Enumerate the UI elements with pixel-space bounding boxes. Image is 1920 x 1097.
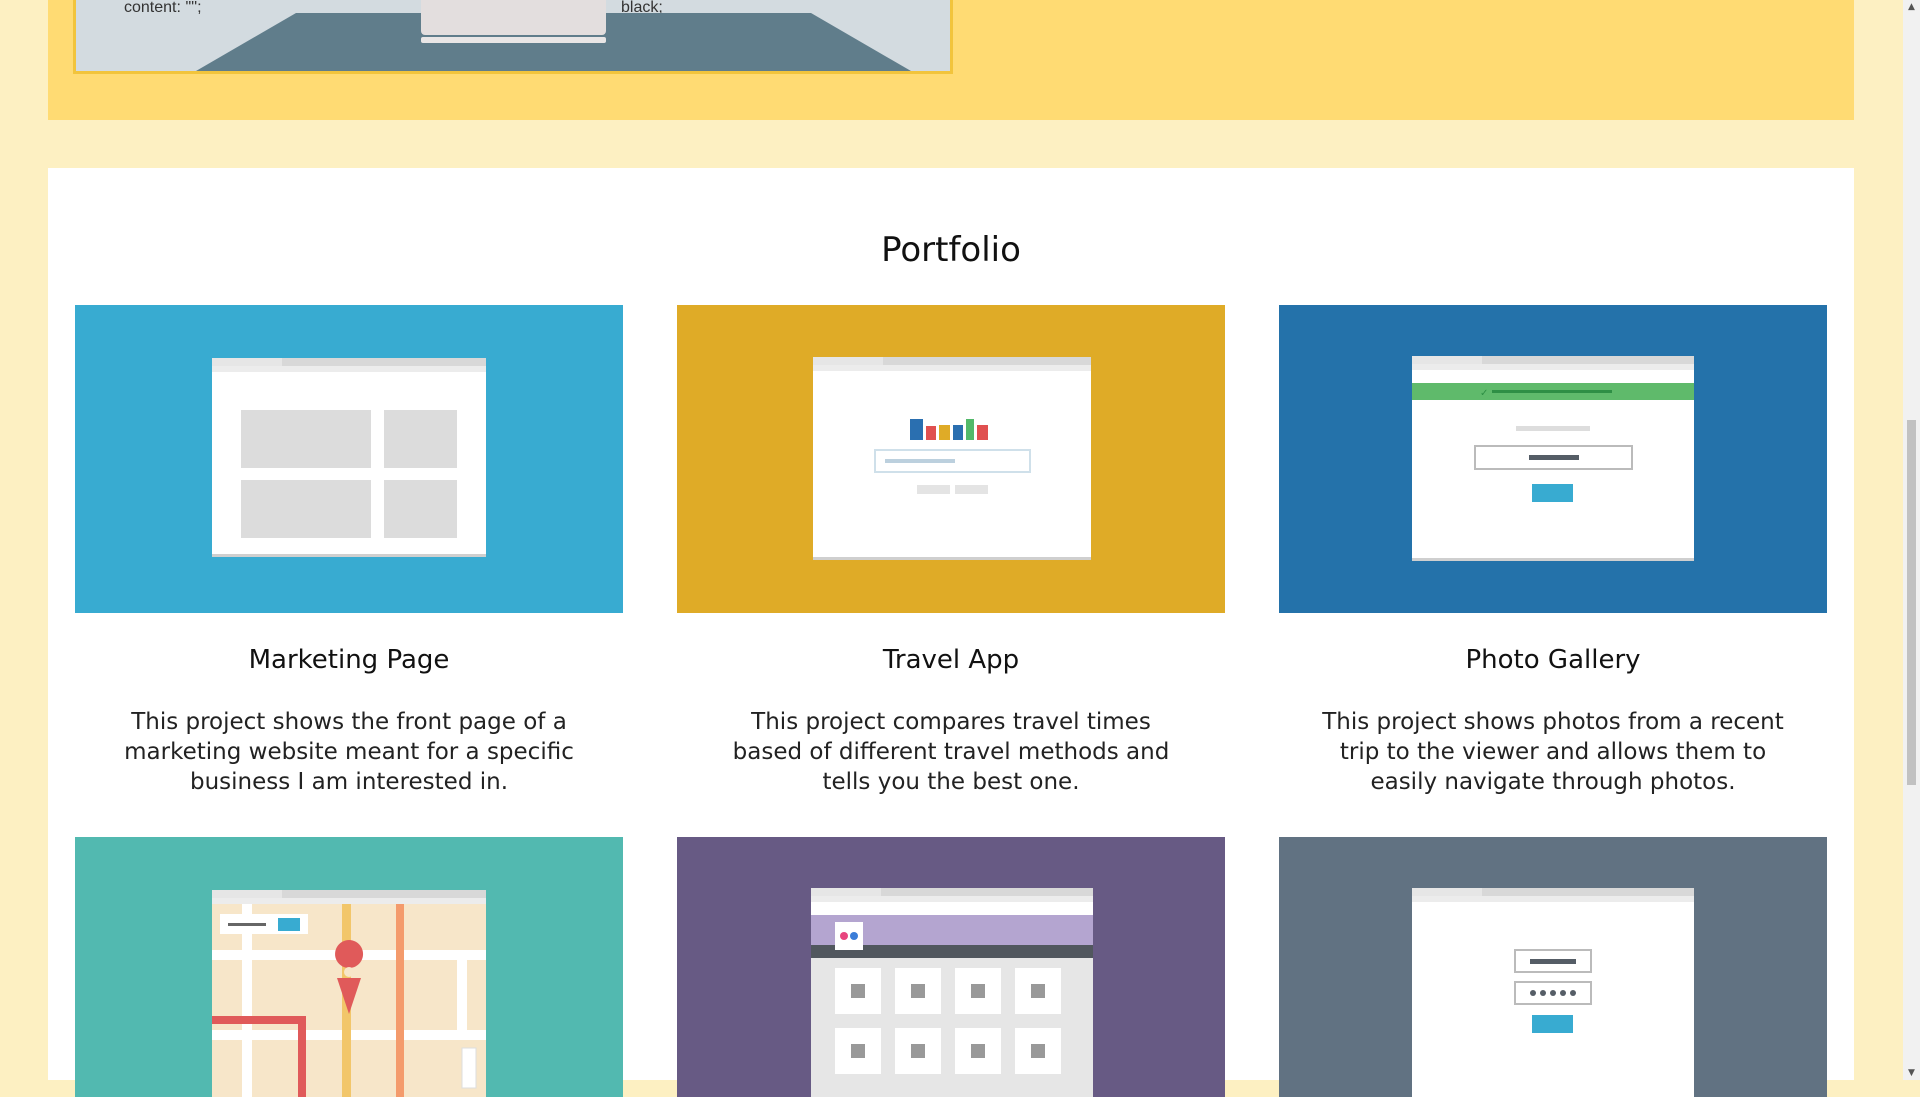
project-description: This project shows the front page of a m… [124, 709, 574, 795]
login-form-icon: ✓ [1412, 383, 1694, 502]
scroll-up-arrow-icon[interactable]: ▲ [1903, 0, 1920, 14]
browser-window-icon: ✓ [1412, 356, 1694, 558]
browser-window-icon [1412, 888, 1694, 1097]
login-thumbnail[interactable] [1279, 837, 1827, 1097]
scrollbar-thumb[interactable] [1907, 420, 1916, 785]
hero-image: content: '"'; black; [73, 0, 953, 74]
project-card-map[interactable] [75, 837, 623, 1097]
photo-grid-thumbnail[interactable] [677, 837, 1225, 1097]
browser-window-icon [212, 890, 486, 1097]
project-card-photo-gallery[interactable]: ✓ Photo Gallery This project shows photo… [1279, 305, 1827, 795]
project-card-travel-app[interactable]: Travel App This project compares travel … [677, 305, 1225, 795]
laptop-illustration [196, 0, 911, 71]
portfolio-title: Portfolio [881, 230, 1021, 270]
login-form-icon [1514, 949, 1592, 1033]
browser-window-icon [811, 888, 1093, 1097]
project-title: Marketing Page [248, 645, 450, 675]
map-thumbnail[interactable] [75, 837, 623, 1097]
svg-text:✓: ✓ [1480, 388, 1488, 399]
marketing-thumbnail[interactable] [75, 305, 623, 613]
browser-window-icon [813, 357, 1091, 557]
browser-window-icon [212, 358, 486, 554]
portfolio-section: Portfolio Marketing Page This project sh… [48, 168, 1854, 1097]
gallery-grid-icon [811, 915, 1093, 1097]
project-description: This project compares travel times based… [732, 709, 1170, 795]
hero-section: content: '"'; black; [48, 0, 1854, 120]
bar-chart-icon [874, 419, 1031, 494]
project-card-marketing-page[interactable]: Marketing Page This project shows the fr… [75, 305, 623, 795]
project-title: Photo Gallery [1465, 645, 1641, 675]
project-card-login[interactable] [1279, 837, 1827, 1097]
photo-gallery-thumbnail[interactable]: ✓ [1279, 305, 1827, 613]
scroll-down-arrow-icon[interactable]: ▼ [1903, 1066, 1920, 1080]
project-card-photo-grid[interactable] [677, 837, 1225, 1097]
map-icon [212, 904, 486, 1097]
travel-app-thumbnail[interactable] [677, 305, 1225, 613]
project-title: Travel App [882, 645, 1020, 675]
vertical-scrollbar[interactable]: ▲ ▼ [1903, 0, 1920, 1080]
project-description: This project shows photos from a recent … [1322, 709, 1784, 795]
